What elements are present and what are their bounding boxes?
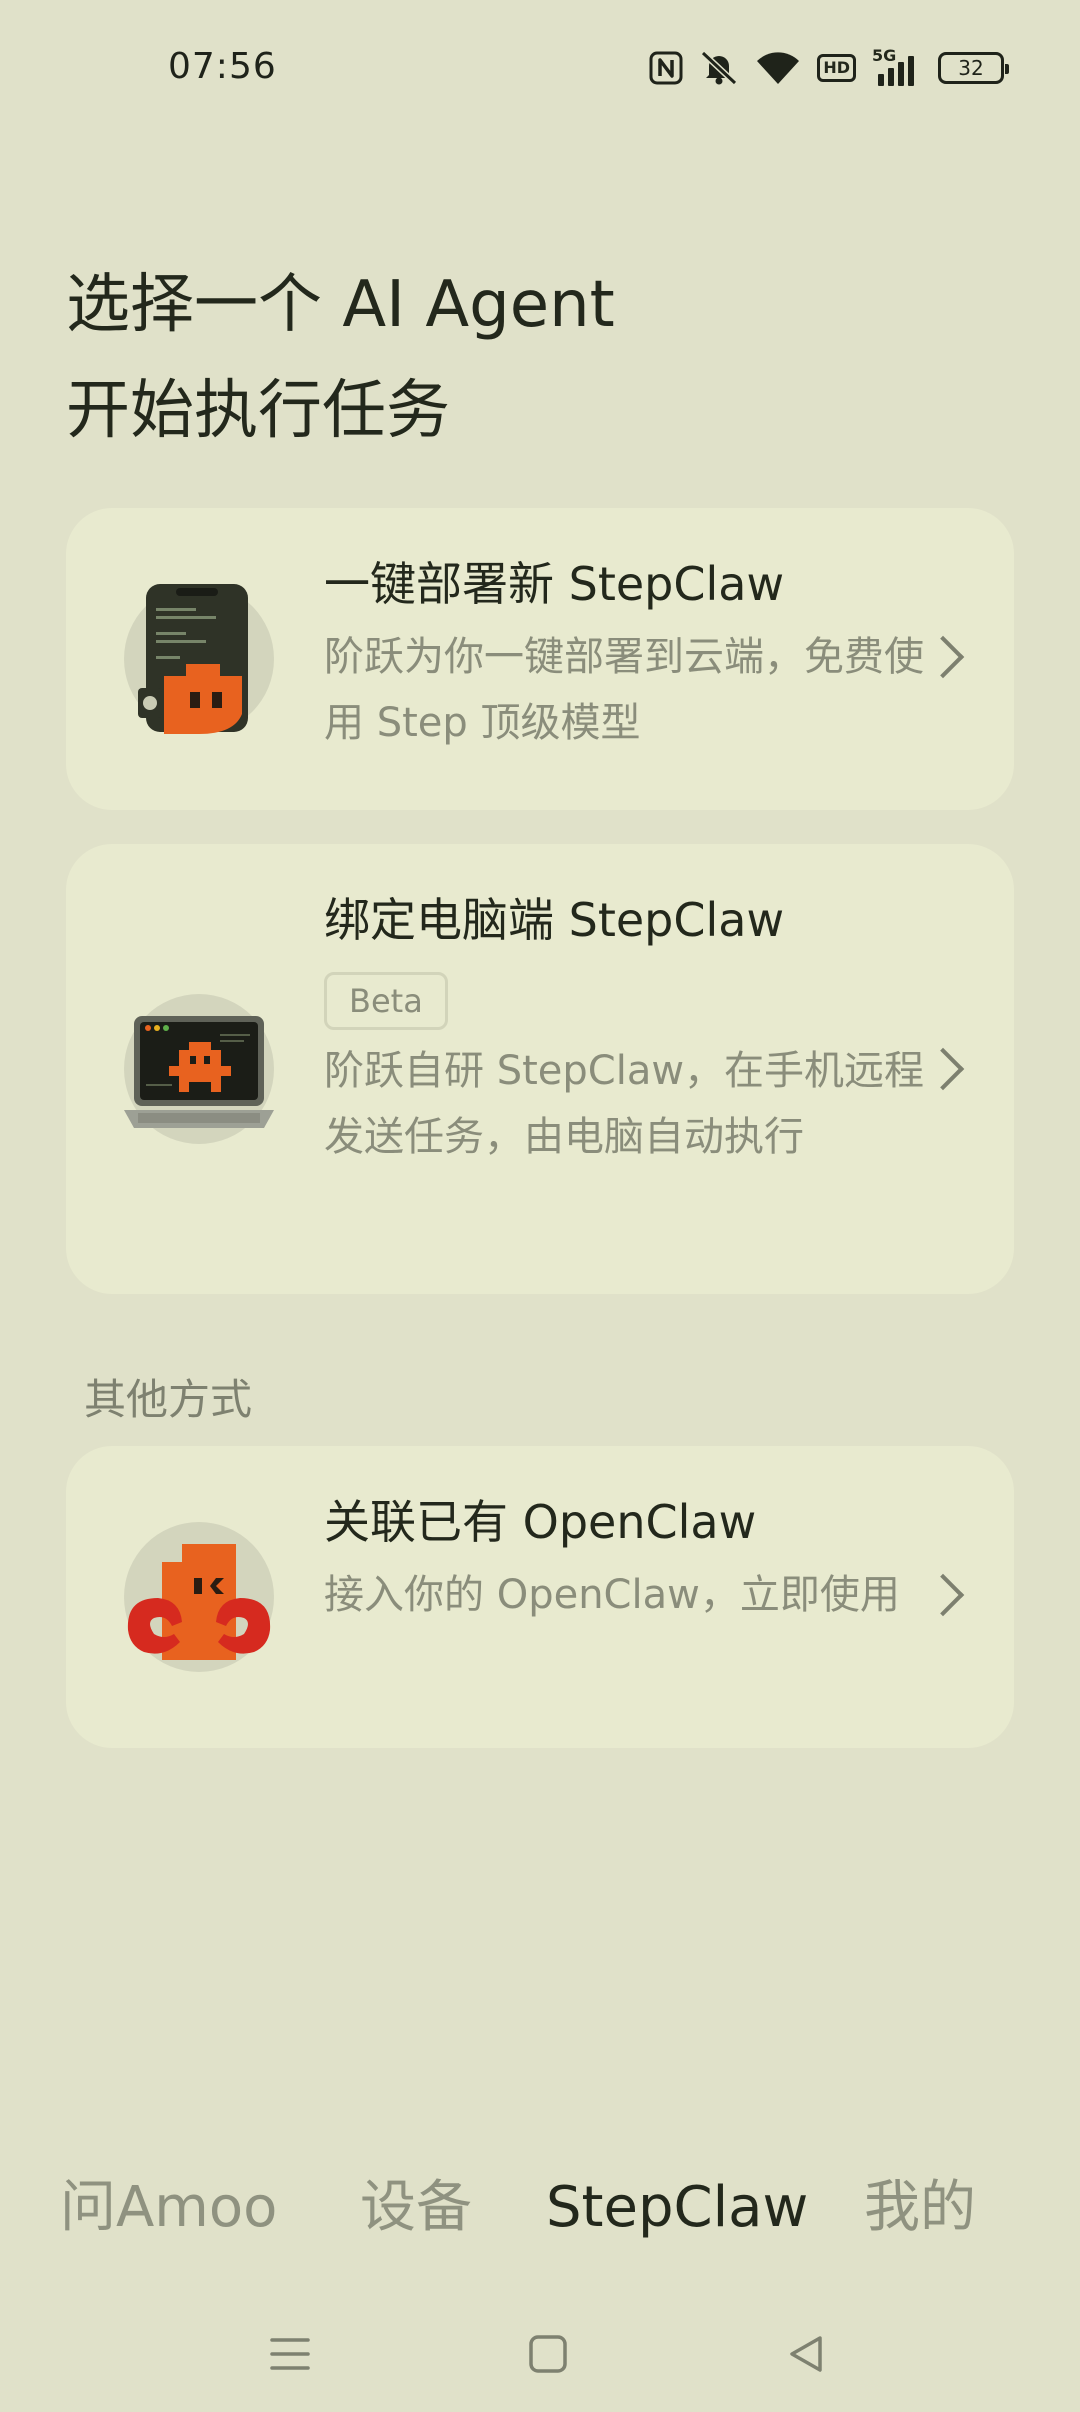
openclaw-card-title: 关联已有 OpenClaw [324,1495,757,1549]
screen: 07:56 HD 5G 32 选择一个 AI Agent 开始执行任务 一键部署… [0,0,1080,2412]
signal-bars [878,56,914,86]
nfc-icon [649,51,683,85]
page-title-line2: 开始执行任务 [66,374,450,448]
phone-mascot-icon [124,584,274,734]
tab-stepclaw[interactable]: StepClaw [546,2168,808,2248]
openclaw-card-body: 关联已有 OpenClaw 接入你的 OpenClaw，立即使用 [324,1490,954,1628]
claw-mascot-icon [124,1522,274,1672]
bind-card-desc: 阶跃自研 StepClaw，在手机远程发送任务，由电脑自动执行 [324,1048,925,1160]
tab-devices[interactable]: 设备 [360,2168,472,2248]
bind-card-body: 绑定电脑端 StepClaw Beta 阶跃自研 StepClaw，在手机远程发… [324,888,954,1170]
back-icon[interactable] [776,2324,836,2384]
battery-icon: 32 [938,52,1009,84]
mute-icon [699,49,739,87]
deploy-card-body: 一键部署新 StepClaw 阶跃为你一键部署到云端，免费使用 Step 顶级模… [324,552,954,756]
laptop-mascot-icon [124,994,274,1144]
menu-icon[interactable] [260,2324,320,2384]
page-title-line1: 选择一个 AI Agent [66,268,615,342]
other-methods-label: 其他方式 [84,1375,253,1424]
openclaw-card-desc: 接入你的 OpenClaw，立即使用 [324,1572,900,1618]
deploy-card-desc: 阶跃为你一键部署到云端，免费使用 Step 顶级模型 [324,634,924,746]
system-nav-bar [0,2300,1080,2412]
link-openclaw-card[interactable]: 关联已有 OpenClaw 接入你的 OpenClaw，立即使用 [66,1446,1014,1748]
bottom-tab-bar: 问Amoo 设备 StepClaw 我的 [0,2168,1080,2248]
bind-desktop-stepclaw-card[interactable]: 绑定电脑端 StepClaw Beta 阶跃自研 StepClaw，在手机远程发… [66,844,1014,1294]
deploy-stepclaw-card[interactable]: 一键部署新 StepClaw 阶跃为你一键部署到云端，免费使用 Step 顶级模… [66,508,1014,810]
home-icon[interactable] [518,2324,578,2384]
page-title: 选择一个 AI Agent 开始执行任务 [66,252,615,464]
signal-5g-icon: 5G [872,46,922,88]
status-time: 07:56 [168,46,277,87]
status-bar: 07:56 HD 5G 32 [0,0,1080,140]
beta-badge: Beta [324,972,448,1030]
battery-level: 32 [958,56,984,80]
wifi-icon [755,50,801,86]
tab-ask-amoo[interactable]: 问Amoo [60,2168,277,2248]
tab-me[interactable]: 我的 [864,2168,976,2248]
deploy-card-title: 一键部署新 StepClaw [324,557,785,611]
hd-icon: HD [817,54,856,82]
status-icons: HD 5G 32 [649,46,1009,90]
bind-card-title: 绑定电脑端 StepClaw [324,893,785,947]
